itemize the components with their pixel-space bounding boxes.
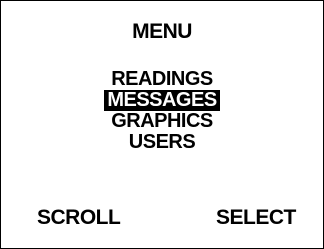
- menu-title: MENU: [132, 20, 192, 43]
- menu-item-readings[interactable]: READINGS: [108, 69, 216, 90]
- menu-item-users[interactable]: USERS: [126, 132, 198, 153]
- select-softkey[interactable]: SELECT: [216, 205, 296, 231]
- menu-list: READINGS MESSAGES GRAPHICS USERS: [1, 69, 323, 153]
- menu-item-graphics[interactable]: GRAPHICS: [108, 111, 216, 132]
- device-screen: MENU READINGS MESSAGES GRAPHICS USERS SC…: [0, 0, 324, 249]
- scroll-softkey[interactable]: SCROLL: [37, 205, 121, 231]
- menu-item-messages[interactable]: MESSAGES: [104, 90, 220, 111]
